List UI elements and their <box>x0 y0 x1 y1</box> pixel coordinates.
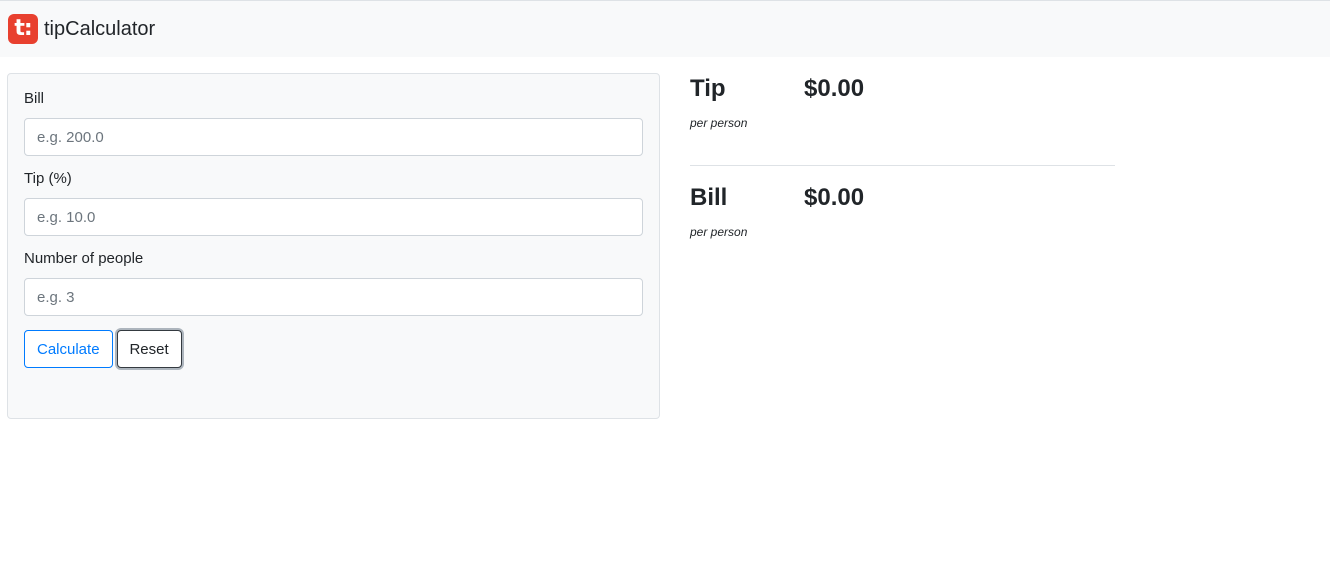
navbar: t: tipCalculator <box>0 0 1330 57</box>
tip-group: Tip (%) <box>24 170 643 236</box>
bill-label: Bill <box>24 90 45 107</box>
calculate-button[interactable]: Calculate <box>24 330 113 368</box>
bill-result-subtitle: per person <box>690 225 748 239</box>
tip-calculator-logo-icon[interactable]: t: <box>8 14 38 44</box>
people-input[interactable] <box>24 278 643 316</box>
tip-result-title: Tip <box>690 75 726 102</box>
bill-group: Bill <box>24 90 643 156</box>
brand-name[interactable]: tipCalculator <box>44 18 155 41</box>
bill-result-title: Bill <box>690 184 728 211</box>
results-panel: Tip $0.00 per person Bill $0.00 per pers… <box>690 73 1115 274</box>
reset-button[interactable]: Reset <box>116 330 182 368</box>
tip-percent-input[interactable] <box>24 198 643 236</box>
tip-percent-label: Tip (%) <box>24 170 72 187</box>
bill-result-value: $0.00 <box>804 184 865 211</box>
tip-result-value: $0.00 <box>804 75 865 102</box>
tip-result-subtitle: per person <box>690 116 748 130</box>
bill-result: Bill $0.00 per person <box>690 182 1115 274</box>
calculator-form: Bill Tip (%) Number of people Calculate … <box>7 73 660 419</box>
button-row: Calculate Reset <box>24 330 643 368</box>
tip-result: Tip $0.00 per person <box>690 73 1115 165</box>
people-group: Number of people <box>24 250 643 316</box>
results-divider <box>690 165 1115 166</box>
bill-input[interactable] <box>24 118 643 156</box>
people-label: Number of people <box>24 250 144 267</box>
